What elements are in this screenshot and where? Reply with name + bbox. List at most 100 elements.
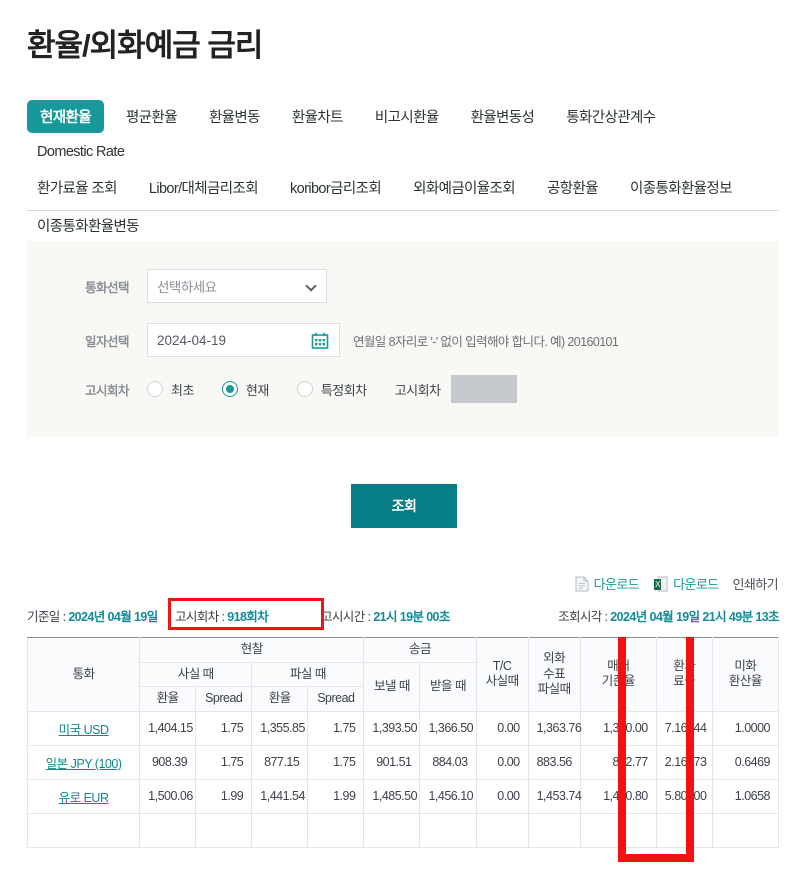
query-time-value: 2024년 04월 19일 21시 49분 13초	[610, 610, 779, 624]
date-input-value: 2024-04-19	[157, 332, 227, 348]
rates-table-body: 미국 USD 1,404.15 1.75 1,355.85 1.75 1,393…	[27, 710, 779, 848]
currency-cell: 일본 JPY (100)	[27, 744, 141, 780]
calendar-icon[interactable]	[310, 331, 330, 354]
round-number-input[interactable]	[450, 375, 517, 403]
page-title: 환율/외화예금 금리	[27, 28, 263, 63]
tab-cross-currency-info[interactable]: 이종통화환율정보	[620, 171, 742, 204]
th-cash-sell-rate: 환율	[251, 686, 309, 712]
cell-usd-conv: 1.0000	[711, 710, 779, 746]
notice-time-label: 고시시간 :	[321, 610, 371, 624]
tab-fx-deposit-rate[interactable]: 외화예금이율조회	[403, 171, 525, 204]
radio-label-current: 현재	[245, 382, 269, 398]
cell-cash-buy-spread: 1.75	[195, 710, 253, 746]
th-remit-receive: 받을 때	[419, 661, 477, 712]
cell-cash-sell-spread: 1.75	[307, 710, 365, 746]
cell-remit-receive: 1,366.50	[419, 710, 477, 746]
tab-average-rate[interactable]: 평균환율	[116, 100, 187, 133]
tab-row-1: 현재환율 평균환율 환율변동 환율차트 비고시환율 환율변동성 통화간상관계수 …	[27, 100, 779, 171]
table-row: 일본 JPY (100) 908.39 1.75 877.15 1.75 901…	[27, 744, 779, 780]
cell-check-sell	[527, 812, 581, 848]
cell-base-rate	[579, 812, 657, 848]
tab-unquoted-rate[interactable]: 비고시환율	[365, 100, 449, 133]
round-select-row: 고시회차 최초 현재 특정회차 고시회차	[85, 375, 517, 403]
currency-cell: 유로 EUR	[27, 778, 141, 814]
print-link[interactable]: 인쇄하기	[733, 574, 779, 593]
radio-label-first: 최초	[171, 382, 194, 398]
currency-link-usd[interactable]: 미국 USD	[59, 723, 109, 737]
currency-link-jpy[interactable]: 일본 JPY (100)	[46, 757, 122, 771]
cell-cash-sell-rate: 877.15	[251, 744, 309, 780]
cell-tc-buy: 0.00	[475, 744, 529, 780]
notice-time-value: 21시 19분 00초	[373, 610, 450, 624]
cell-cash-sell-rate	[251, 812, 309, 848]
cell-remit-send: 901.51	[363, 744, 421, 780]
header-row-1: 통화 현찰 송금 T/C 사실때 외화 수표 파실때 매매 기준율 환가 료율 …	[27, 637, 779, 712]
th-usd-conv: 미화 환산율	[711, 637, 779, 712]
download-document-link[interactable]: 다운로드	[575, 574, 640, 593]
radio-option-current[interactable]: 현재	[221, 380, 269, 399]
tab-currency-correlation[interactable]: 통화간상관계수	[556, 100, 665, 133]
radio-option-first[interactable]: 최초	[147, 380, 194, 399]
cell-cash-sell-spread: 1.99	[307, 778, 365, 814]
currency-select[interactable]: 선택하세요	[147, 269, 327, 303]
date-input[interactable]: 2024-04-19	[147, 323, 340, 357]
round-select-label: 고시회차	[85, 383, 130, 398]
radio-circle-specific[interactable]	[296, 381, 313, 397]
cell-cash-buy-rate: 1,500.06	[139, 778, 197, 814]
excel-icon: X	[653, 576, 668, 592]
cell-check-sell: 1,453.74	[527, 778, 582, 814]
cell-cash-buy-spread: 1.99	[195, 778, 253, 814]
radio-circle-first[interactable]	[147, 381, 163, 397]
currency-select-row: 통화선택 선택하세요	[85, 269, 327, 303]
currency-cell: 미국 USD	[27, 710, 141, 746]
tab-cross-currency-change[interactable]: 이종통화환율변동	[27, 209, 149, 242]
radio-label-specific: 특정회차	[320, 382, 367, 398]
cell-cash-sell-spread: 1.75	[307, 744, 365, 780]
cell-remit-receive	[419, 812, 477, 848]
cell-base-rate: 1,380.00	[579, 710, 657, 746]
search-panel: 통화선택 선택하세요 일자선택 2024-04-19 연월일 8자리로 '-' …	[27, 241, 779, 437]
tab-rate-volatility[interactable]: 환율변동성	[461, 100, 545, 133]
th-cash-sell-spread: Spread	[307, 686, 365, 712]
cell-remit-send: 1,485.50	[363, 778, 421, 814]
th-tc-buy: T/C 사실때	[475, 637, 529, 712]
tab-rate-chart[interactable]: 환율차트	[282, 100, 353, 133]
cell-check-sell: 883.56	[527, 744, 581, 780]
document-icon	[575, 576, 589, 592]
cell-remit-send	[363, 812, 421, 848]
cell-base-rate: 1,470.80	[579, 778, 657, 814]
search-button[interactable]: 조회	[351, 484, 457, 528]
th-cash-group: 현찰	[139, 637, 365, 663]
base-date-label: 기준일 :	[27, 610, 66, 624]
rates-table-container: 통화 현찰 송금 T/C 사실때 외화 수표 파실때 매매 기준율 환가 료율 …	[27, 637, 779, 885]
round-radio-group: 최초 현재 특정회차 고시회차	[147, 375, 517, 403]
tab-rate-change[interactable]: 환율변동	[199, 100, 270, 133]
radio-circle-current[interactable]	[221, 381, 238, 397]
currency-link-eur[interactable]: 유로 EUR	[59, 791, 109, 805]
cell-cash-sell-spread	[307, 812, 365, 848]
th-remit-group: 송금	[363, 637, 477, 663]
th-remit-send: 보낼 때	[363, 661, 421, 712]
cell-exchange-fee	[655, 812, 713, 848]
query-time-info: 조회시각 : 2024년 04월 19일 21시 49분 13초	[558, 606, 780, 625]
date-select-row: 일자선택 2024-04-19 연월일 8자리로 '-' 없이 입력해야 합니다…	[85, 323, 619, 357]
tab-navigation: 현재환율 평균환율 환율변동 환율차트 비고시환율 환율변동성 통화간상관계수 …	[27, 100, 779, 247]
tab-domestic-rate[interactable]: Domestic Rate	[27, 138, 134, 166]
tab-airport-rate[interactable]: 공항환율	[537, 171, 608, 204]
radio-option-specific[interactable]: 특정회차	[296, 380, 367, 399]
download-excel-label: 다운로드	[673, 577, 719, 592]
table-row	[27, 812, 779, 848]
cell-tc-buy: 0.00	[475, 710, 529, 746]
query-time-label: 조회시각 :	[558, 610, 608, 624]
cell-cash-sell-rate: 1,441.54	[251, 778, 309, 814]
cell-exchange-fee: 7.16544	[655, 710, 713, 746]
tab-libor-rate[interactable]: Libor/대체금리조회	[139, 171, 268, 204]
round-highlight-box	[168, 598, 324, 630]
tab-exchange-fee-rate[interactable]: 환가료율 조회	[27, 171, 127, 204]
tab-koribor-rate[interactable]: koribor금리조회	[280, 171, 391, 204]
tab-current-rate[interactable]: 현재환율	[27, 100, 104, 133]
date-format-hint: 연월일 8자리로 '-' 없이 입력해야 합니다. 예) 20160101	[353, 334, 619, 349]
download-excel-link[interactable]: X 다운로드	[653, 574, 719, 593]
cell-cash-buy-rate	[139, 812, 197, 848]
th-check-sell: 외화 수표 파실때	[527, 637, 581, 712]
